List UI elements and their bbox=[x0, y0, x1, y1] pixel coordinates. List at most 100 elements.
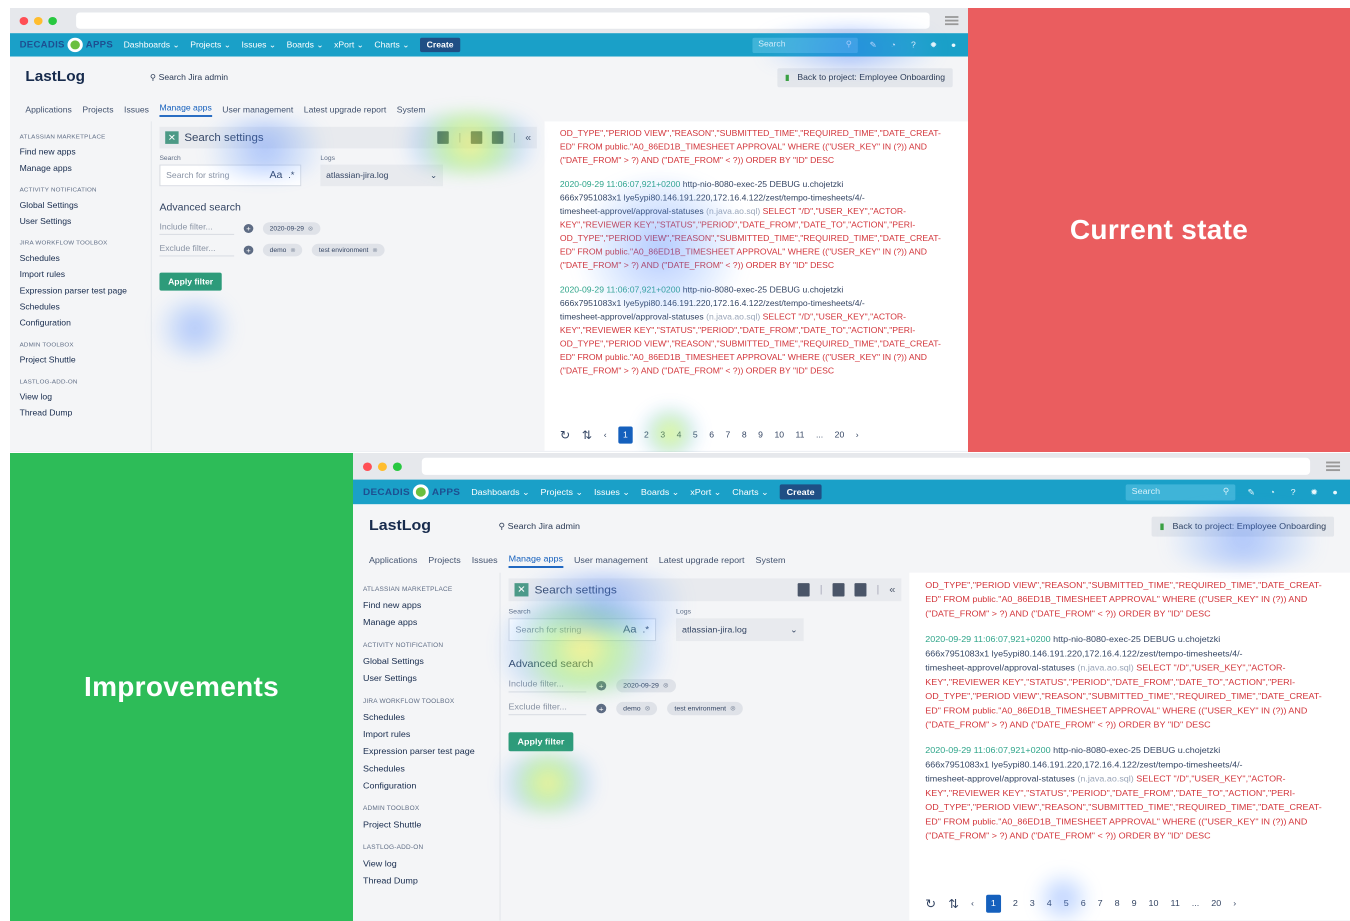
logs-select[interactable]: atlassian-jira.log ⌄ bbox=[320, 164, 444, 187]
regex-icon[interactable]: .* bbox=[288, 170, 294, 180]
avatar[interactable]: ● bbox=[949, 40, 959, 49]
nav-charts[interactable]: Charts ⌄ bbox=[732, 487, 768, 497]
page-11[interactable]: 11 bbox=[796, 428, 805, 442]
address-bar[interactable] bbox=[421, 457, 1311, 475]
sidebar-item-find-apps[interactable]: Find new apps bbox=[20, 144, 142, 160]
tab-upgrade-report[interactable]: Latest upgrade report bbox=[659, 556, 745, 566]
page-2[interactable]: 2 bbox=[644, 428, 649, 442]
page-20[interactable]: 20 bbox=[1211, 897, 1221, 911]
include-tag[interactable]: 2020-09-29 ⊗ bbox=[616, 679, 676, 693]
maximize-dot-icon[interactable] bbox=[392, 462, 402, 471]
back-to-project-button[interactable]: ▮ Back to project: Employee Onboarding bbox=[1151, 516, 1335, 537]
sidebar-item-import-rules[interactable]: Import rules bbox=[20, 266, 142, 282]
menu-icon[interactable] bbox=[1326, 461, 1341, 472]
tab-applications[interactable]: Applications bbox=[369, 556, 417, 566]
sidebar-item-global-settings[interactable]: Global Settings bbox=[363, 653, 490, 670]
nav-dashboards[interactable]: Dashboards ⌄ bbox=[124, 40, 180, 50]
add-include-icon[interactable]: + bbox=[596, 681, 607, 691]
sidebar-item-schedules[interactable]: Schedules bbox=[20, 250, 142, 266]
page-5[interactable]: 5 bbox=[693, 428, 698, 442]
page-4[interactable]: 4 bbox=[1047, 897, 1052, 911]
exclude-tag[interactable]: demo ⊗ bbox=[262, 243, 303, 257]
page-20[interactable]: 20 bbox=[835, 428, 845, 442]
avatar[interactable]: ● bbox=[1330, 487, 1340, 497]
prev-page-icon[interactable]: ‹ bbox=[971, 897, 974, 911]
help-icon[interactable]: ? bbox=[909, 40, 919, 49]
menu-icon[interactable] bbox=[945, 16, 959, 26]
save-icon[interactable] bbox=[854, 583, 867, 597]
load-file-icon[interactable] bbox=[470, 131, 483, 144]
regex-icon[interactable]: .* bbox=[642, 624, 649, 634]
page-1[interactable]: 1 bbox=[618, 426, 633, 444]
sidebar-item-user-settings[interactable]: User Settings bbox=[20, 213, 142, 229]
include-filter-input[interactable]: Include filter... bbox=[508, 679, 587, 693]
refresh-icon[interactable]: ↻ bbox=[925, 897, 936, 911]
notifications-icon[interactable]: ◔ bbox=[1267, 487, 1277, 497]
page-3[interactable]: 3 bbox=[1030, 897, 1035, 911]
apply-filter-button[interactable]: Apply filter bbox=[508, 732, 574, 752]
page-2[interactable]: 2 bbox=[1013, 897, 1018, 911]
sidebar-item-project-shuttle[interactable]: Project Shuttle bbox=[20, 352, 142, 368]
create-button[interactable]: Create bbox=[779, 484, 822, 500]
close-dot-icon[interactable] bbox=[362, 462, 372, 471]
nav-charts[interactable]: Charts ⌄ bbox=[374, 40, 409, 50]
refresh-icon[interactable]: ↻ bbox=[560, 428, 570, 442]
load-file-icon[interactable] bbox=[832, 583, 845, 597]
page-9[interactable]: 9 bbox=[758, 428, 763, 442]
nav-search-input[interactable]: Search ⚲ bbox=[752, 37, 858, 53]
nav-xport[interactable]: xPort ⌄ bbox=[334, 40, 364, 50]
add-exclude-icon[interactable]: + bbox=[596, 703, 607, 714]
collapse-icon[interactable]: « bbox=[525, 132, 531, 143]
tab-upgrade-report[interactable]: Latest upgrade report bbox=[304, 105, 386, 114]
settings-gear-icon[interactable]: ✹ bbox=[1309, 487, 1319, 497]
sidebar-item-schedules-2[interactable]: Schedules bbox=[363, 760, 490, 777]
sidebar-item-find-apps[interactable]: Find new apps bbox=[363, 596, 490, 613]
tab-applications[interactable]: Applications bbox=[25, 105, 71, 114]
help-icon[interactable]: ? bbox=[1288, 487, 1298, 497]
sidebar-item-import-rules[interactable]: Import rules bbox=[363, 726, 490, 743]
exclude-filter-input[interactable]: Exclude filter... bbox=[508, 702, 587, 716]
maximize-dot-icon[interactable] bbox=[48, 16, 57, 25]
sidebar-item-configuration[interactable]: Configuration bbox=[20, 315, 142, 331]
jira-admin-search[interactable]: ⚲ Search Jira admin bbox=[499, 521, 580, 531]
minimize-dot-icon[interactable] bbox=[377, 462, 387, 471]
logs-select[interactable]: atlassian-jira.log ⌄ bbox=[676, 618, 804, 642]
sidebar-item-global-settings[interactable]: Global Settings bbox=[20, 197, 142, 213]
match-case-icon[interactable]: Aa bbox=[623, 624, 636, 635]
page-6[interactable]: 6 bbox=[1081, 897, 1086, 911]
sidebar-item-project-shuttle[interactable]: Project Shuttle bbox=[363, 816, 490, 833]
sidebar-item-configuration[interactable]: Configuration bbox=[363, 777, 490, 794]
nav-issues[interactable]: Issues ⌄ bbox=[242, 40, 277, 50]
save-icon[interactable] bbox=[491, 131, 504, 144]
tab-system[interactable]: System bbox=[397, 105, 426, 114]
sidebar-item-expression-parser[interactable]: Expression parser test page bbox=[20, 283, 142, 299]
close-dot-icon[interactable] bbox=[19, 16, 29, 25]
tab-manage-apps[interactable]: Manage apps bbox=[159, 103, 212, 117]
sidebar-item-view-log[interactable]: View log bbox=[20, 389, 142, 405]
page-6[interactable]: 6 bbox=[709, 428, 714, 442]
address-bar[interactable] bbox=[76, 12, 930, 29]
sidebar-item-view-log[interactable]: View log bbox=[363, 855, 490, 872]
close-settings-icon[interactable]: ✕ bbox=[165, 131, 179, 144]
exclude-tag[interactable]: test environment ⊗ bbox=[312, 243, 385, 257]
tab-user-management[interactable]: User management bbox=[222, 105, 293, 114]
nav-issues[interactable]: Issues ⌄ bbox=[594, 487, 630, 497]
page-5[interactable]: 5 bbox=[1064, 897, 1069, 911]
tab-projects[interactable]: Projects bbox=[82, 105, 113, 114]
sidebar-item-expression-parser[interactable]: Expression parser test page bbox=[363, 743, 490, 760]
nav-projects[interactable]: Projects ⌄ bbox=[541, 487, 583, 497]
trash-icon[interactable] bbox=[797, 583, 810, 597]
trash-icon[interactable] bbox=[437, 131, 449, 144]
nav-projects[interactable]: Projects ⌄ bbox=[190, 40, 231, 50]
exclude-tag[interactable]: test environment ⊗ bbox=[667, 701, 743, 716]
tab-user-management[interactable]: User management bbox=[574, 556, 648, 566]
sidebar-item-manage-apps[interactable]: Manage apps bbox=[20, 160, 142, 176]
add-exclude-icon[interactable]: + bbox=[243, 245, 254, 255]
sort-icon[interactable]: ⇅ bbox=[948, 897, 959, 911]
notifications-icon[interactable]: ◔ bbox=[888, 40, 898, 49]
include-tag[interactable]: 2020-09-29 ⊗ bbox=[262, 222, 321, 235]
decadis-logo[interactable]: DECADIS APPS bbox=[20, 37, 113, 53]
tab-issues[interactable]: Issues bbox=[472, 556, 498, 566]
close-settings-icon[interactable]: ✕ bbox=[514, 583, 529, 597]
page-7[interactable]: 7 bbox=[726, 428, 731, 442]
